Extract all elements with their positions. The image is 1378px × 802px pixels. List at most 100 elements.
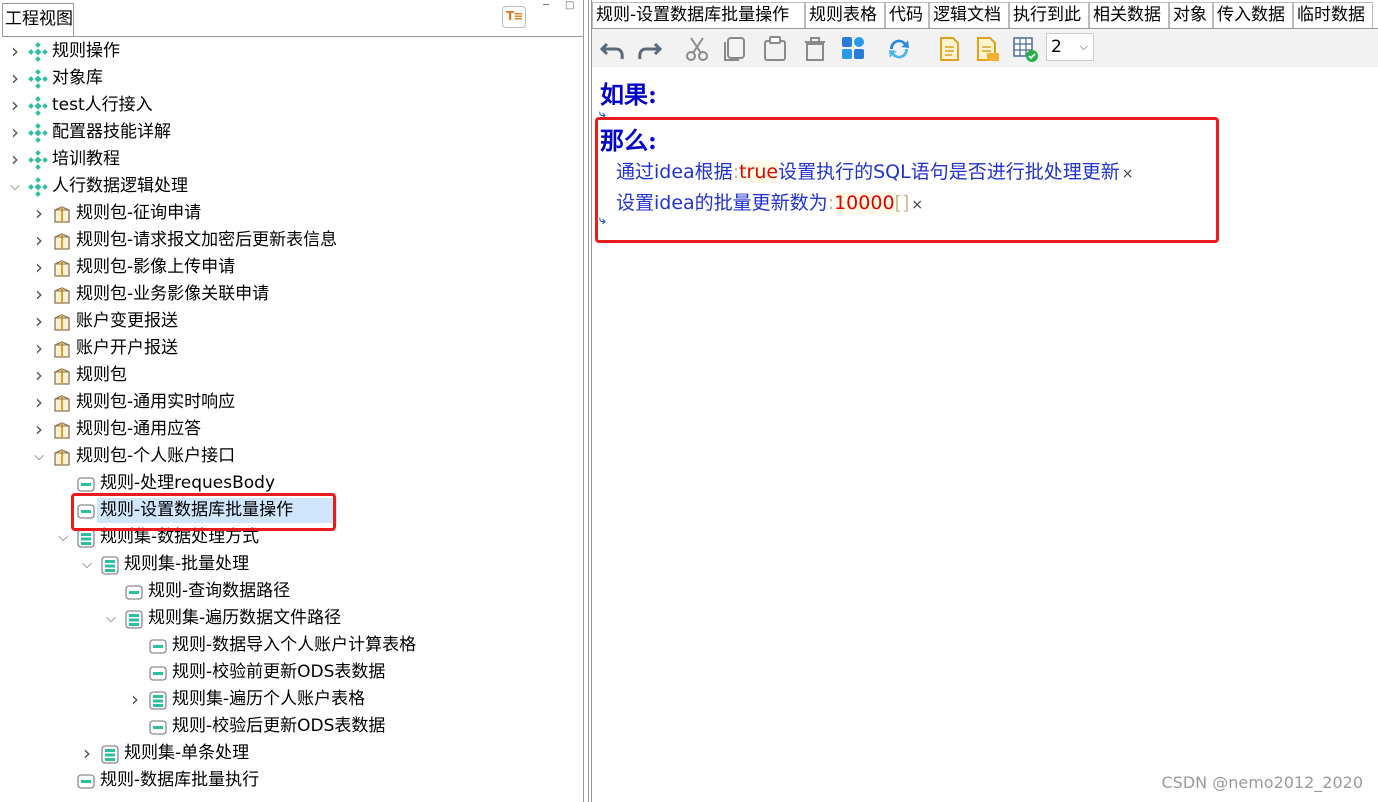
tree-node[interactable]: › 配置器技能详解: [2, 119, 582, 146]
document-icon[interactable]: [934, 34, 964, 64]
tree-node-label: 规则集-遍历个人账户表格: [172, 689, 366, 709]
tree-node[interactable]: 规则-数据库批量执行: [2, 767, 582, 794]
chevron-down-icon[interactable]: ⌵: [56, 524, 70, 551]
chevron-right-icon[interactable]: ›: [32, 227, 46, 254]
chevron-down-icon[interactable]: ⌵: [32, 443, 46, 470]
collapse-all-icon: T≡: [506, 9, 523, 23]
tree-node[interactable]: › 账户开户报送: [2, 335, 582, 362]
tree-node[interactable]: 规则-查询数据路径: [2, 578, 582, 605]
tree-node-label: 规则包-通用应答: [76, 419, 202, 439]
cut-icon[interactable]: [682, 34, 712, 64]
rule-icon: [76, 771, 96, 791]
tree-node[interactable]: › 培训教程: [2, 146, 582, 173]
tree-node[interactable]: ⌵ 规则包-个人账户接口: [2, 443, 582, 470]
tree-node[interactable]: › 规则集-遍历个人账户表格: [2, 686, 582, 713]
chevron-right-icon[interactable]: ›: [32, 200, 46, 227]
table-check-icon[interactable]: [1010, 34, 1040, 64]
action-line-2[interactable]: 设置idea的批量更新数为:10000[] ×: [616, 188, 923, 215]
tree-node[interactable]: › 规则包-请求报文加密后更新表信息: [2, 227, 582, 254]
collapse-all-button[interactable]: T≡: [502, 6, 526, 28]
editor-tab[interactable]: 对象: [1169, 2, 1213, 28]
tree-node[interactable]: 规则-校验前更新ODS表数据: [2, 659, 582, 686]
editor-tab[interactable]: 临时数据: [1293, 2, 1373, 28]
chevron-right-icon[interactable]: ›: [32, 254, 46, 281]
zoom-value: 2: [1051, 37, 1062, 57]
tree-node[interactable]: › 规则包-通用应答: [2, 416, 582, 443]
chevron-right-icon[interactable]: ›: [80, 740, 94, 767]
paste-icon[interactable]: [760, 34, 790, 64]
then-keyword[interactable]: 那么:: [600, 121, 657, 156]
chevron-right-icon[interactable]: ›: [8, 146, 22, 173]
tree-node-label: 账户变更报送: [76, 311, 178, 331]
diamond-icon: [28, 69, 48, 89]
tree-node[interactable]: › 规则包: [2, 362, 582, 389]
document-export-icon[interactable]: [972, 34, 1002, 64]
rule-icon: [148, 636, 168, 656]
delete-icon[interactable]: [800, 34, 830, 64]
tree-node-label: 规则-数据库批量执行: [100, 770, 260, 790]
action-line-1[interactable]: 通过idea根据:true设置执行的SQL语句是否进行批处理更新 ×: [616, 157, 1133, 184]
zoom-select[interactable]: 2 ⌵: [1046, 33, 1094, 61]
tree-node[interactable]: › 规则包-通用实时响应: [2, 389, 582, 416]
chevron-right-icon[interactable]: ›: [8, 119, 22, 146]
package-icon: [52, 339, 72, 359]
tree-node[interactable]: › test人行接入: [2, 92, 582, 119]
tree-node[interactable]: 规则-校验后更新ODS表数据: [2, 713, 582, 740]
editor-tab[interactable]: 执行到此: [1009, 2, 1089, 28]
tree-node[interactable]: 规则-数据导入个人账户计算表格: [2, 632, 582, 659]
tree-node[interactable]: › 规则包-影像上传申请: [2, 254, 582, 281]
project-view-tab[interactable]: 工程视图: [2, 3, 74, 36]
editor-tab[interactable]: 代码: [885, 2, 929, 28]
tree-node-label: 规则包-个人账户接口: [76, 446, 236, 466]
remove-action-icon[interactable]: ×: [911, 197, 923, 213]
package-icon: [52, 204, 72, 224]
action-bracket[interactable]: []: [895, 192, 910, 214]
tree-node[interactable]: ⌵ 人行数据逻辑处理: [2, 173, 582, 200]
copy-icon[interactable]: [720, 34, 750, 64]
tree-node[interactable]: › 规则包-业务影像关联申请: [2, 281, 582, 308]
chevron-right-icon[interactable]: ›: [8, 92, 22, 119]
remove-action-icon[interactable]: ×: [1122, 166, 1134, 182]
chevron-right-icon[interactable]: ›: [32, 308, 46, 335]
refresh-icon[interactable]: [884, 34, 914, 64]
diamond-icon: [28, 96, 48, 116]
tree-node[interactable]: › 账户变更报送: [2, 308, 582, 335]
chevron-down-icon[interactable]: ⌵: [80, 551, 94, 578]
tree-node-label: 配置器技能详解: [52, 122, 171, 142]
editor-tab[interactable]: 逻辑文档: [929, 2, 1009, 28]
tree-node-label: 账户开户报送: [76, 338, 178, 358]
chevron-right-icon[interactable]: ›: [32, 335, 46, 362]
tree-node[interactable]: › 规则操作: [2, 38, 582, 65]
tree-node-label: 规则集-批量处理: [124, 554, 250, 574]
chevron-down-icon[interactable]: ⌵: [8, 173, 22, 200]
maximize-icon[interactable]: □: [565, 0, 574, 11]
chevron-right-icon[interactable]: ›: [8, 38, 22, 65]
grid-icon[interactable]: [838, 34, 868, 64]
chevron-right-icon[interactable]: ›: [128, 686, 142, 713]
editor-tab[interactable]: 相关数据: [1089, 2, 1169, 28]
rule-icon: [148, 717, 168, 737]
tree-node[interactable]: › 规则包-征询申请: [2, 200, 582, 227]
chevron-down-icon[interactable]: ⌵: [104, 605, 118, 632]
tree-node-label: 规则包-征询申请: [76, 203, 202, 223]
editor-tab[interactable]: 规则表格: [805, 2, 885, 28]
chevron-right-icon[interactable]: ›: [32, 281, 46, 308]
undo-icon[interactable]: [598, 34, 628, 64]
chevron-right-icon[interactable]: ›: [32, 389, 46, 416]
tree-node[interactable]: ⌵ 规则集-遍历数据文件路径: [2, 605, 582, 632]
package-icon: [52, 258, 72, 278]
chevron-right-icon[interactable]: ›: [32, 416, 46, 443]
editor-tab[interactable]: 规则-设置数据库批量操作: [592, 2, 805, 28]
chevron-right-icon[interactable]: ›: [8, 65, 22, 92]
action-value-field[interactable]: 10000: [834, 192, 895, 214]
tree-node[interactable]: › 规则集-单条处理: [2, 740, 582, 767]
action-text: 设置执行的SQL语句是否进行批处理更新: [778, 161, 1120, 183]
if-keyword[interactable]: 如果:: [600, 75, 657, 110]
minimize-icon[interactable]: ─: [543, 0, 549, 11]
chevron-right-icon[interactable]: ›: [32, 362, 46, 389]
action-value-field[interactable]: true: [739, 161, 779, 183]
editor-tab[interactable]: 传入数据: [1213, 2, 1293, 28]
tree-node[interactable]: ⌵ 规则集-批量处理: [2, 551, 582, 578]
tree-node[interactable]: › 对象库: [2, 65, 582, 92]
redo-icon[interactable]: [634, 34, 664, 64]
